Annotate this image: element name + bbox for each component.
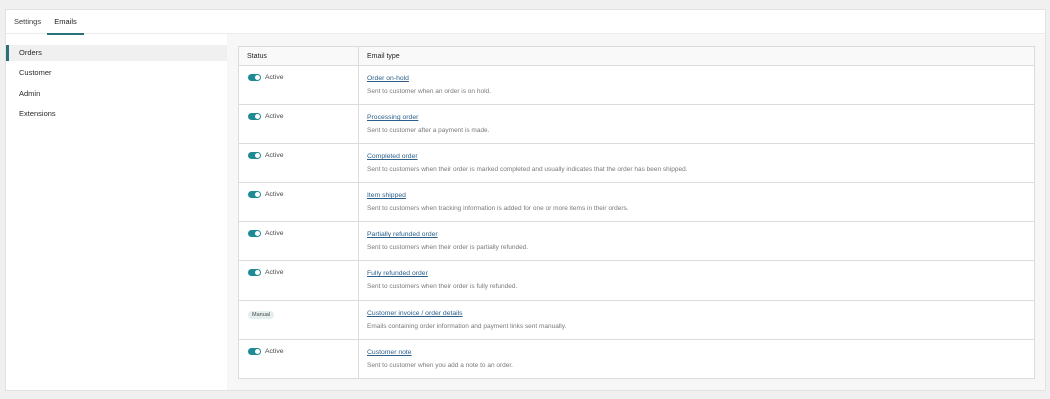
email-type-cell: Customer note Sent to customer when you … <box>359 339 1035 378</box>
table-row: Active Item shipped Sent to customers wh… <box>238 182 1035 223</box>
sidebar-item-orders[interactable]: Orders <box>6 45 227 61</box>
status-label: Active <box>265 347 284 355</box>
email-title-link[interactable]: Partially refunded order <box>367 231 438 238</box>
email-title-link[interactable]: Order on-hold <box>367 75 409 82</box>
table-row: Active Order on-hold Sent to customer wh… <box>238 65 1035 106</box>
status-toggle[interactable] <box>248 74 261 81</box>
manual-badge: Manual <box>248 310 275 319</box>
email-title-link[interactable]: Customer invoice / order details <box>367 310 463 317</box>
status-cell: Active <box>238 339 359 379</box>
table-row: Active Partially refunded order Sent to … <box>238 221 1035 262</box>
email-title-link[interactable]: Processing order <box>367 114 418 121</box>
status-toggle[interactable] <box>248 152 261 160</box>
table-row: Manual Customer invoice / order details … <box>238 300 1035 340</box>
status-cell: Active <box>238 143 359 184</box>
status-cell: Active <box>238 221 359 262</box>
status-toggle[interactable] <box>248 269 261 277</box>
status-label: Active <box>265 152 284 160</box>
tab-bar: Settings Emails <box>6 10 1045 35</box>
email-title-link[interactable]: Fully refunded order <box>367 270 428 277</box>
sidebar-item-customer[interactable]: Customer <box>6 65 227 81</box>
email-description: Sent to customers when their order is fu… <box>367 283 518 291</box>
sidebar-item-extensions[interactable]: Extensions <box>6 106 227 122</box>
email-description: Sent to customers when their order is ma… <box>367 166 688 174</box>
status-cell: Active <box>238 104 359 145</box>
status-column-header: Status <box>238 46 359 66</box>
status-label: Active <box>265 230 284 238</box>
sidebar: Orders Customer Admin Extensions <box>6 45 227 126</box>
email-description: Sent to customer when you add a note to … <box>367 361 513 369</box>
email-type-cell: Fully refunded order Sent to customers w… <box>358 260 1035 301</box>
email-type-cell: Customer invoice / order details Emails … <box>358 300 1035 340</box>
email-type-cell: Processing order Sent to customer after … <box>358 104 1035 145</box>
tab-emails[interactable]: Emails <box>47 10 84 35</box>
email-type-cell: Partially refunded order Sent to custome… <box>358 221 1035 262</box>
table-header-row: Status Email type <box>238 46 1035 66</box>
email-title-link[interactable]: Completed order <box>367 153 418 160</box>
email-description: Sent to customer after a payment is made… <box>367 127 490 135</box>
main-content: Status Email type Active Order on-hold S… <box>227 34 1045 390</box>
email-settings-card: Settings Emails Orders Customer Admin Ex… <box>5 9 1046 391</box>
status-toggle[interactable] <box>248 347 261 355</box>
email-type-column-header: Email type <box>358 46 1035 66</box>
status-toggle[interactable] <box>248 191 261 199</box>
sidebar-item-admin[interactable]: Admin <box>6 86 227 102</box>
status-toggle[interactable] <box>248 230 261 238</box>
status-toggle[interactable] <box>248 113 261 121</box>
table-row: Active Processing order Sent to customer… <box>238 104 1035 145</box>
table-row: Active Fully refunded order Sent to cust… <box>238 260 1035 301</box>
status-cell: Active <box>238 260 359 301</box>
email-type-cell: Completed order Sent to customers when t… <box>358 143 1035 184</box>
tab-settings[interactable]: Settings <box>14 10 41 34</box>
status-label: Active <box>265 74 284 81</box>
status-cell: Active <box>238 182 359 223</box>
status-label: Active <box>265 191 284 199</box>
email-type-cell: Order on-hold Sent to customer when an o… <box>358 65 1035 106</box>
email-list-table: Status Email type Active Order on-hold S… <box>238 46 1035 379</box>
email-description: Emails containing order information and … <box>367 322 567 330</box>
email-title-link[interactable]: Item shipped <box>367 192 406 199</box>
status-cell: Manual <box>238 300 359 340</box>
email-description: Sent to customer when an order is on hol… <box>367 88 491 95</box>
email-title-link[interactable]: Customer note <box>367 349 412 356</box>
email-description: Sent to customers when their order is pa… <box>367 244 529 252</box>
status-cell: Active <box>238 65 359 106</box>
email-description: Sent to customers when tracking informat… <box>367 205 629 213</box>
table-row: Active Customer note Sent to customer wh… <box>238 339 1035 379</box>
status-label: Active <box>265 113 284 121</box>
email-type-cell: Item shipped Sent to customers when trac… <box>358 182 1035 223</box>
table-row: Active Completed order Sent to customers… <box>238 143 1035 184</box>
status-label: Active <box>265 269 284 277</box>
